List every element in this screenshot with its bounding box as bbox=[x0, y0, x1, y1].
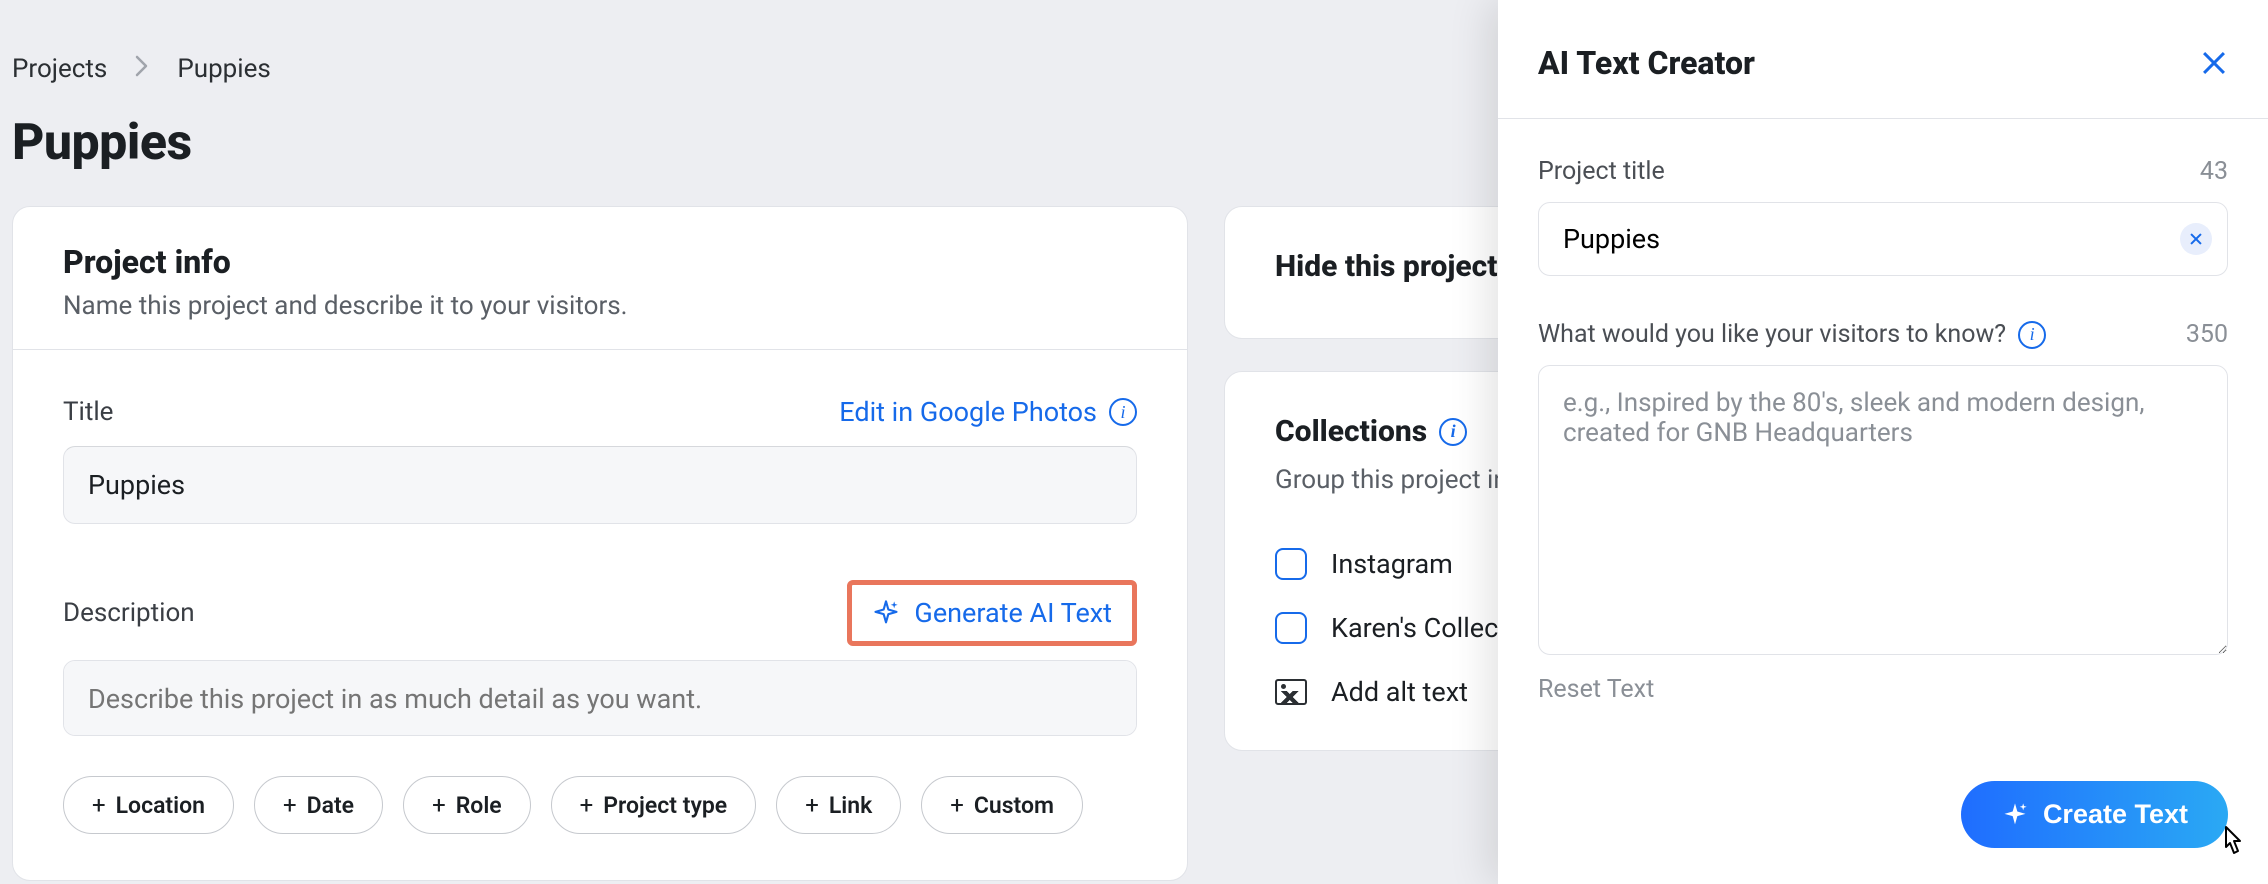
description-input[interactable] bbox=[63, 660, 1137, 736]
title-input[interactable] bbox=[63, 446, 1137, 524]
description-label: Description bbox=[63, 598, 195, 628]
chevron-right-icon bbox=[135, 55, 149, 83]
plus-icon: + bbox=[92, 791, 106, 819]
checkbox[interactable] bbox=[1275, 548, 1307, 580]
ai-prompt-textarea[interactable] bbox=[1538, 365, 2228, 655]
project-info-heading: Project info bbox=[63, 243, 1137, 281]
chip-role[interactable]: +Role bbox=[403, 776, 531, 834]
project-info-sub: Name this project and describe it to you… bbox=[63, 291, 1137, 321]
breadcrumb-root[interactable]: Projects bbox=[12, 54, 107, 84]
generate-ai-text-button[interactable]: Generate AI Text bbox=[847, 580, 1137, 646]
plus-icon: + bbox=[950, 791, 964, 819]
plus-icon: + bbox=[432, 791, 446, 819]
clear-input-icon[interactable] bbox=[2180, 223, 2212, 255]
plus-icon: + bbox=[580, 791, 594, 819]
project-info-card: Project info Name this project and descr… bbox=[12, 206, 1188, 881]
create-text-button[interactable]: Create Text bbox=[1961, 781, 2228, 848]
plus-icon: + bbox=[805, 791, 819, 819]
reset-text-link[interactable]: Reset Text bbox=[1538, 675, 1654, 704]
ai-panel-title: AI Text Creator bbox=[1538, 44, 1755, 82]
chip-location[interactable]: +Location bbox=[63, 776, 234, 834]
checkbox[interactable] bbox=[1275, 612, 1307, 644]
close-icon[interactable] bbox=[2200, 49, 2228, 77]
info-icon[interactable]: i bbox=[2018, 321, 2046, 349]
ai-project-title-label: Project title bbox=[1538, 157, 1665, 186]
page-title: Puppies bbox=[12, 114, 192, 172]
sparkle-icon bbox=[2001, 801, 2029, 829]
metadata-chips: +Location +Date +Role +Project type +Lin… bbox=[63, 776, 1137, 834]
image-icon bbox=[1275, 679, 1307, 705]
ai-text-creator-panel: AI Text Creator Project title 43 What wo… bbox=[1498, 0, 2268, 884]
edit-google-photos-link[interactable]: Edit in Google Photos i bbox=[839, 396, 1137, 428]
ai-project-title-count: 43 bbox=[2200, 157, 2228, 186]
ai-prompt-count: 350 bbox=[2186, 320, 2228, 349]
plus-icon: + bbox=[283, 791, 297, 819]
info-icon[interactable]: i bbox=[1109, 398, 1137, 426]
chip-project-type[interactable]: +Project type bbox=[551, 776, 757, 834]
ai-project-title-input[interactable] bbox=[1538, 202, 2228, 276]
title-label: Title bbox=[63, 397, 113, 427]
sparkle-icon bbox=[872, 599, 900, 627]
ai-prompt-label: What would you like your visitors to kno… bbox=[1538, 320, 2046, 349]
chip-date[interactable]: +Date bbox=[254, 776, 383, 834]
chip-custom[interactable]: +Custom bbox=[921, 776, 1083, 834]
breadcrumb-current[interactable]: Puppies bbox=[177, 54, 270, 84]
info-icon[interactable]: i bbox=[1439, 418, 1467, 446]
chip-link[interactable]: +Link bbox=[776, 776, 901, 834]
